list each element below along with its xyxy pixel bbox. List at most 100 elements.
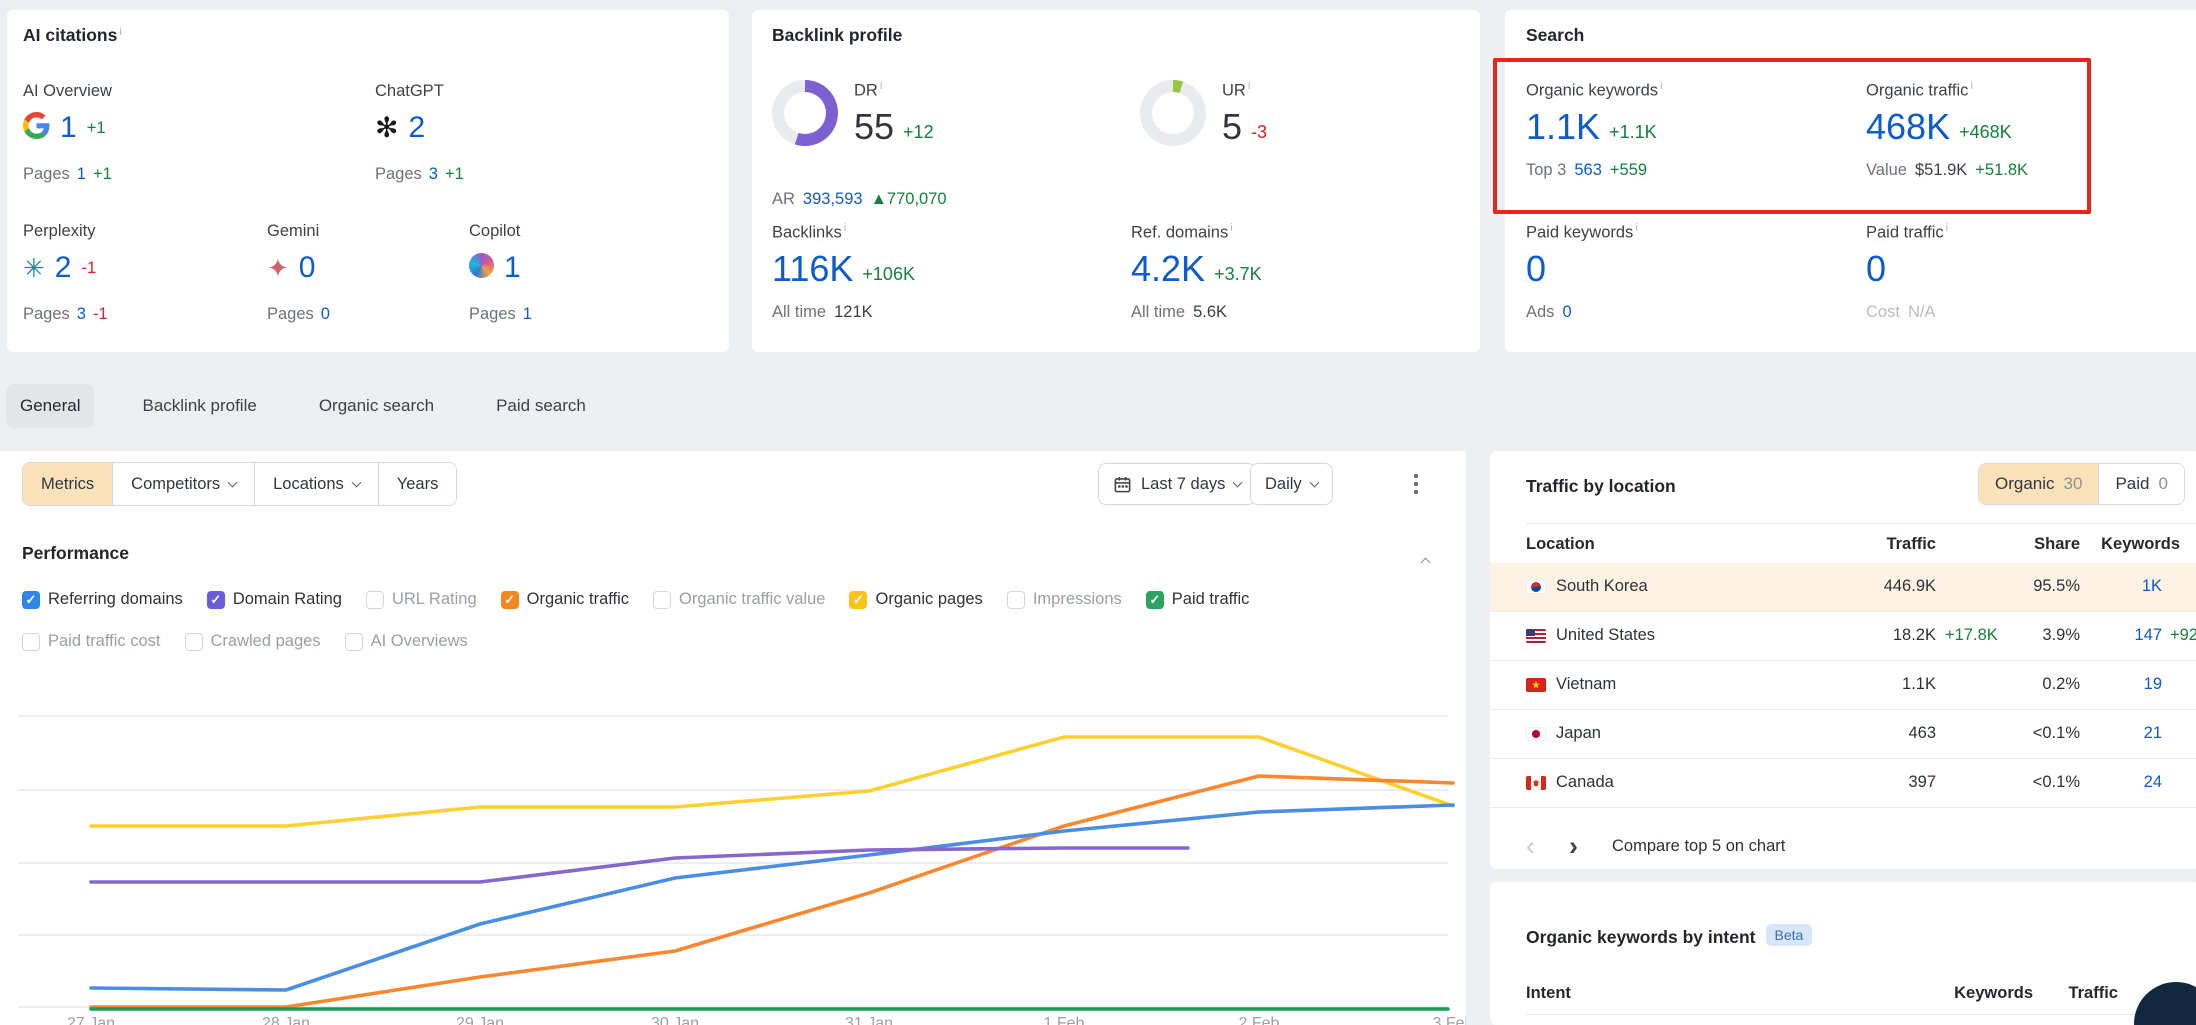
ur-donut-chart: [1140, 80, 1206, 146]
info-icon[interactable]: i: [1635, 222, 1637, 234]
ai-citation-item: ChatGPT✻2Pages3+1: [375, 82, 464, 184]
checkbox-icon: [653, 591, 671, 609]
info-icon[interactable]: i: [844, 222, 846, 234]
cost-value: N/A: [1908, 303, 1936, 322]
top3-delta: +559: [1610, 161, 1647, 180]
country-name: South Korea: [1556, 577, 1648, 596]
location-row-jp: Japan463<0.1%21: [1490, 710, 2196, 759]
keywords-link[interactable]: 21: [2144, 724, 2162, 743]
granularity-button[interactable]: Daily: [1250, 463, 1333, 505]
organic-keywords-value[interactable]: 1.1K: [1526, 109, 1600, 145]
checkbox-label: Organic pages: [875, 590, 982, 609]
info-icon[interactable]: i: [880, 80, 882, 92]
info-icon[interactable]: i: [1230, 222, 1232, 234]
performance-chart[interactable]: 27 Jan28 Jan29 Jan30 Jan31 Jan1 Feb2 Feb…: [0, 655, 1466, 1025]
metric-checkbox-paid-traffic[interactable]: ✓Paid traffic: [1146, 590, 1250, 609]
ur-block: URi 5 -3: [1140, 80, 1267, 146]
metric-checkbox-domain-rating[interactable]: ✓Domain Rating: [207, 590, 342, 609]
keywords-link[interactable]: 147: [2134, 626, 2162, 645]
ai-citation-item: AI Overview1+1Pages1+1: [23, 82, 375, 184]
organic-toggle-button[interactable]: Organic 30: [1979, 464, 2098, 504]
metric-checkbox-paid-traffic-cost[interactable]: Paid traffic cost: [22, 632, 161, 651]
ar-value[interactable]: 393,593: [803, 190, 863, 209]
backlinks-alltime: 121K: [834, 303, 873, 322]
pages-count[interactable]: 1: [77, 165, 86, 184]
x-axis-tick-label: 28 Jan: [262, 1015, 310, 1025]
ref-domains-value[interactable]: 4.2K: [1131, 251, 1205, 287]
date-range-button[interactable]: Last 7 days: [1098, 463, 1256, 505]
ai-citation-count[interactable]: 2: [55, 253, 72, 283]
tab-paid-search[interactable]: Paid search: [482, 384, 600, 428]
ai-source-label: Perplexity: [23, 222, 267, 241]
ai-citation-count[interactable]: 1: [504, 253, 521, 283]
pages-label: Pages: [375, 165, 422, 184]
x-axis-tick-label: 27 Jan: [67, 1015, 115, 1025]
column-header-intent: Intent: [1526, 984, 1571, 1003]
prev-page-arrow[interactable]: ‹: [1526, 833, 1535, 860]
ai-citations-card: AI citationsi AI Overview1+1Pages1+1Chat…: [7, 10, 729, 352]
info-icon[interactable]: i: [1248, 80, 1250, 92]
info-icon[interactable]: i: [1946, 222, 1948, 234]
traffic-value: 397: [1908, 773, 1936, 792]
traffic-value: $51.9K: [1915, 161, 1967, 180]
ads-value[interactable]: 0: [1562, 303, 1571, 322]
checkbox-icon: [22, 633, 40, 651]
years-button[interactable]: Years: [379, 463, 457, 505]
checkbox-icon: [345, 633, 363, 651]
pages-label: Pages: [23, 305, 70, 324]
tab-general[interactable]: General: [6, 384, 94, 428]
metrics-button[interactable]: Metrics: [23, 463, 113, 505]
pages-count[interactable]: 3: [429, 165, 438, 184]
metric-checkbox-impressions[interactable]: Impressions: [1007, 590, 1122, 609]
pages-count[interactable]: 3: [77, 305, 86, 324]
metric-checkbox-organic-traffic-value[interactable]: Organic traffic value: [653, 590, 825, 609]
ai-source-label: Gemini: [267, 222, 469, 241]
paid-keywords-value[interactable]: 0: [1526, 251, 1546, 287]
next-page-arrow[interactable]: ›: [1569, 833, 1578, 860]
metric-checkbox-ai-overviews[interactable]: AI Overviews: [345, 632, 468, 651]
metric-checkbox-crawled-pages[interactable]: Crawled pages: [185, 632, 321, 651]
collapse-section-button[interactable]: [1422, 553, 1429, 571]
share-value: 3.9%: [2042, 626, 2080, 645]
organic-traffic-label: Organic traffic: [1866, 82, 1968, 100]
info-icon[interactable]: i: [119, 26, 121, 38]
compare-top5-link[interactable]: Compare top 5 on chart: [1612, 837, 1785, 856]
metric-checkbox-organic-traffic[interactable]: ✓Organic traffic: [501, 590, 629, 609]
granularity-label: Daily: [1265, 475, 1302, 494]
perplexity-icon: ✳: [23, 255, 45, 282]
tab-backlink-profile[interactable]: Backlink profile: [128, 384, 270, 428]
more-options-button[interactable]: [1406, 472, 1426, 496]
locations-button[interactable]: Locations: [255, 463, 379, 505]
backlinks-value[interactable]: 116K: [772, 251, 853, 287]
location-row-ca: Canada397<0.1%24: [1490, 759, 2196, 808]
top3-value[interactable]: 563: [1574, 161, 1602, 180]
ai-citation-delta: +1: [87, 119, 106, 138]
x-axis-tick-label: 1 Feb: [1044, 1015, 1085, 1025]
organic-traffic-value[interactable]: 468K: [1866, 109, 1950, 145]
ai-citation-count[interactable]: 0: [299, 253, 316, 283]
chevron-up-icon: [1421, 558, 1431, 568]
info-icon[interactable]: i: [1660, 80, 1662, 92]
metric-checkbox-url-rating[interactable]: URL Rating: [366, 590, 477, 609]
keywords-link[interactable]: 19: [2144, 675, 2162, 694]
country-name: Canada: [1556, 773, 1614, 792]
metric-checkbox-organic-pages[interactable]: ✓Organic pages: [849, 590, 982, 609]
pages-count[interactable]: 0: [321, 305, 330, 324]
pages-delta: -1: [93, 305, 108, 324]
competitors-button[interactable]: Competitors: [113, 463, 255, 505]
organic-keywords-block: Organic keywordsi 1.1K +1.1K Top 3 563 +…: [1526, 80, 1663, 180]
tab-organic-search[interactable]: Organic search: [305, 384, 448, 428]
value-label: Value: [1866, 161, 1907, 180]
info-icon[interactable]: i: [1970, 80, 1972, 92]
paid-traffic-value[interactable]: 0: [1866, 251, 1886, 287]
paid-toggle-button[interactable]: Paid 0: [2098, 464, 2184, 504]
pages-count[interactable]: 1: [523, 305, 532, 324]
keywords-link[interactable]: 1K: [2142, 577, 2162, 596]
chart-line-organic-traffic: [91, 776, 1453, 1007]
metric-checkbox-referring-domains[interactable]: ✓Referring domains: [22, 590, 183, 609]
keywords-link[interactable]: 24: [2144, 773, 2162, 792]
organic-keywords-delta: +1.1K: [1609, 120, 1657, 144]
ai-citation-count[interactable]: 1: [60, 113, 77, 143]
traffic-value: 463: [1908, 724, 1936, 743]
ai-citation-count[interactable]: 2: [408, 113, 425, 143]
